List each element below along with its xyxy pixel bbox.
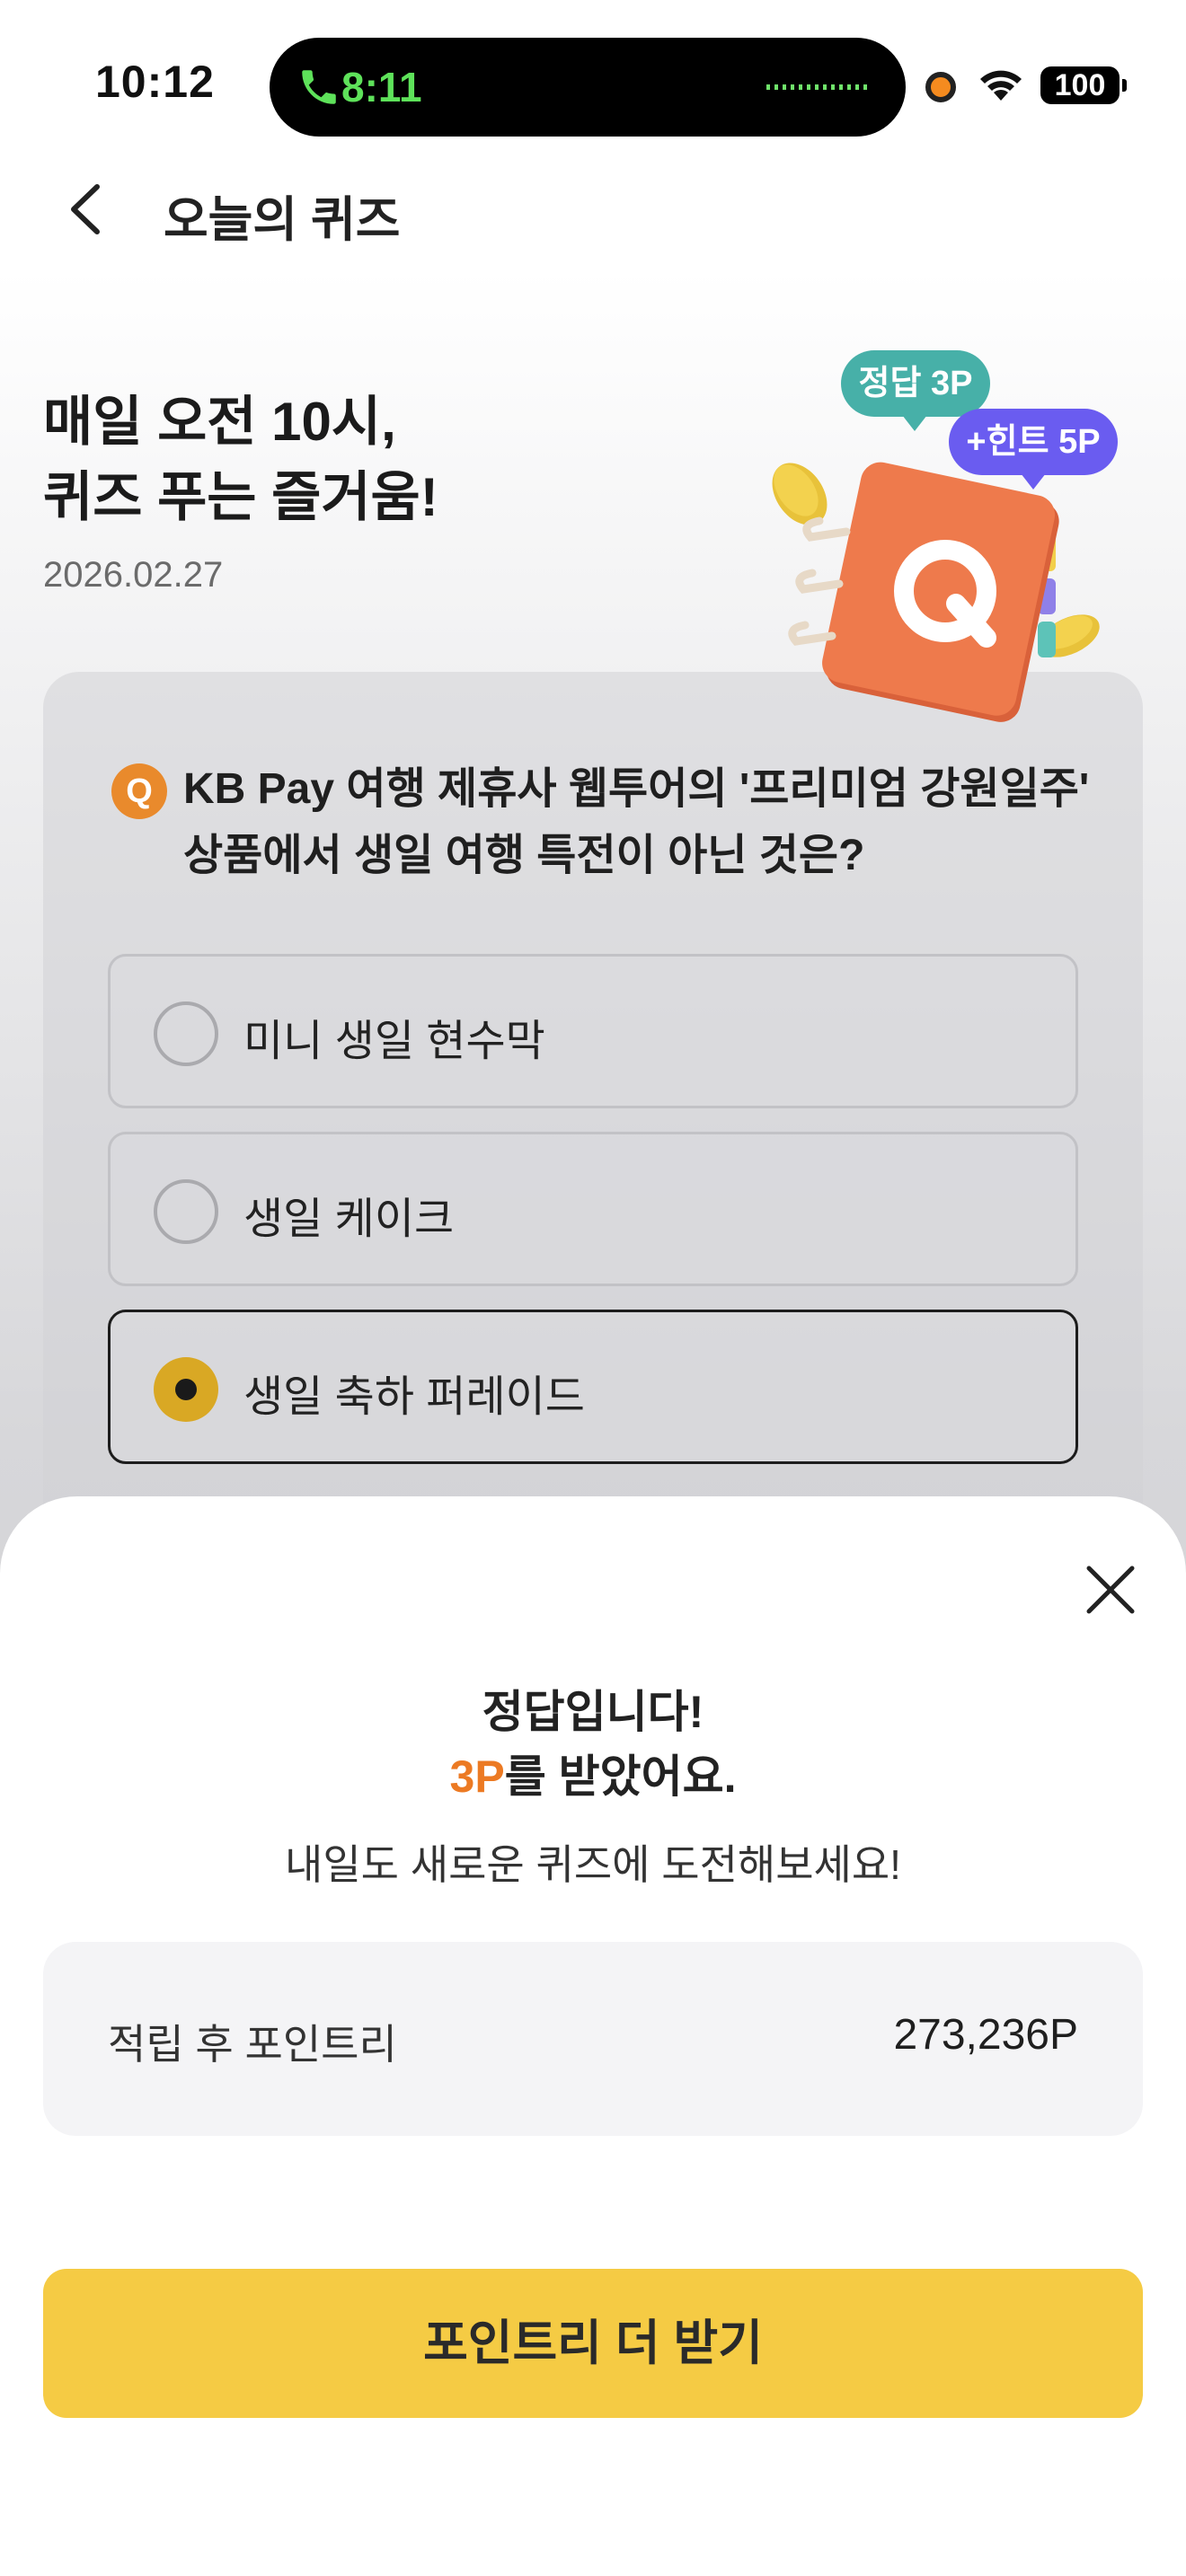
balance-value: 273,236P	[893, 2011, 1078, 2059]
answer-option-1[interactable]: 미니 생일 현수막	[108, 954, 1078, 1108]
headline-line-1: 매일 오전 10시,	[43, 392, 396, 452]
headline-line-2: 퀴즈 푸는 즐거움!	[43, 467, 438, 527]
hint-points-bubble: +힌트 5P	[949, 409, 1118, 490]
radio-button[interactable]	[154, 1179, 218, 1244]
recording-indicator-icon	[925, 72, 956, 102]
wifi-icon	[980, 70, 1022, 101]
points-earned-suffix: 를 받았어요.	[504, 1751, 737, 1802]
points-balance-box: 적립 후 포인트리 273,236P	[43, 1942, 1143, 2136]
quiz-date: 2026.02.27	[43, 555, 224, 595]
answer-option-label: 생일 케이크	[243, 1195, 455, 1243]
call-duration: 8:11	[341, 64, 422, 110]
audio-wave-icon	[766, 84, 870, 90]
balance-label: 적립 후 포인트리	[108, 2021, 397, 2068]
quiz-notebook-illustration	[772, 462, 1100, 722]
question-text: KB Pay 여행 제휴사 웹투어의 '프리미엄 강원일주' 상품에서 생일 여…	[183, 765, 1090, 879]
headline: 매일 오전 10시, 퀴즈 푸는 즐거움!	[43, 384, 438, 535]
radio-button[interactable]	[154, 1001, 218, 1066]
result-title: 정답입니다!	[482, 1687, 704, 1737]
answer-option-3[interactable]: 생일 축하 퍼레이드	[108, 1310, 1078, 1464]
result-subtitle: 내일도 새로운 퀴즈에 도전해보세요!	[285, 1841, 901, 1888]
dynamic-island-call[interactable]: 8:11	[270, 38, 906, 137]
status-time: 10:12	[95, 57, 215, 107]
points-earned: 3P	[449, 1751, 505, 1802]
answer-points-bubble: 정답 3P	[841, 350, 990, 431]
question-badge-icon: Q	[111, 763, 167, 819]
answer-option-label: 미니 생일 현수막	[243, 1018, 545, 1065]
back-button[interactable]	[61, 180, 111, 239]
points-earned-message: 3P를 받았어요.	[0, 1746, 1186, 1807]
answer-option-2[interactable]: 생일 케이크	[108, 1132, 1078, 1286]
phone-icon	[302, 70, 336, 104]
radio-button-selected[interactable]	[154, 1357, 218, 1422]
battery-icon: 100	[1040, 66, 1127, 104]
answer-option-label: 생일 축하 퍼레이드	[243, 1373, 585, 1421]
get-more-points-button[interactable]: 포인트리 더 받기	[43, 2269, 1143, 2418]
close-button[interactable]	[1082, 1561, 1139, 1619]
page-title: 오늘의 퀴즈	[164, 193, 401, 247]
